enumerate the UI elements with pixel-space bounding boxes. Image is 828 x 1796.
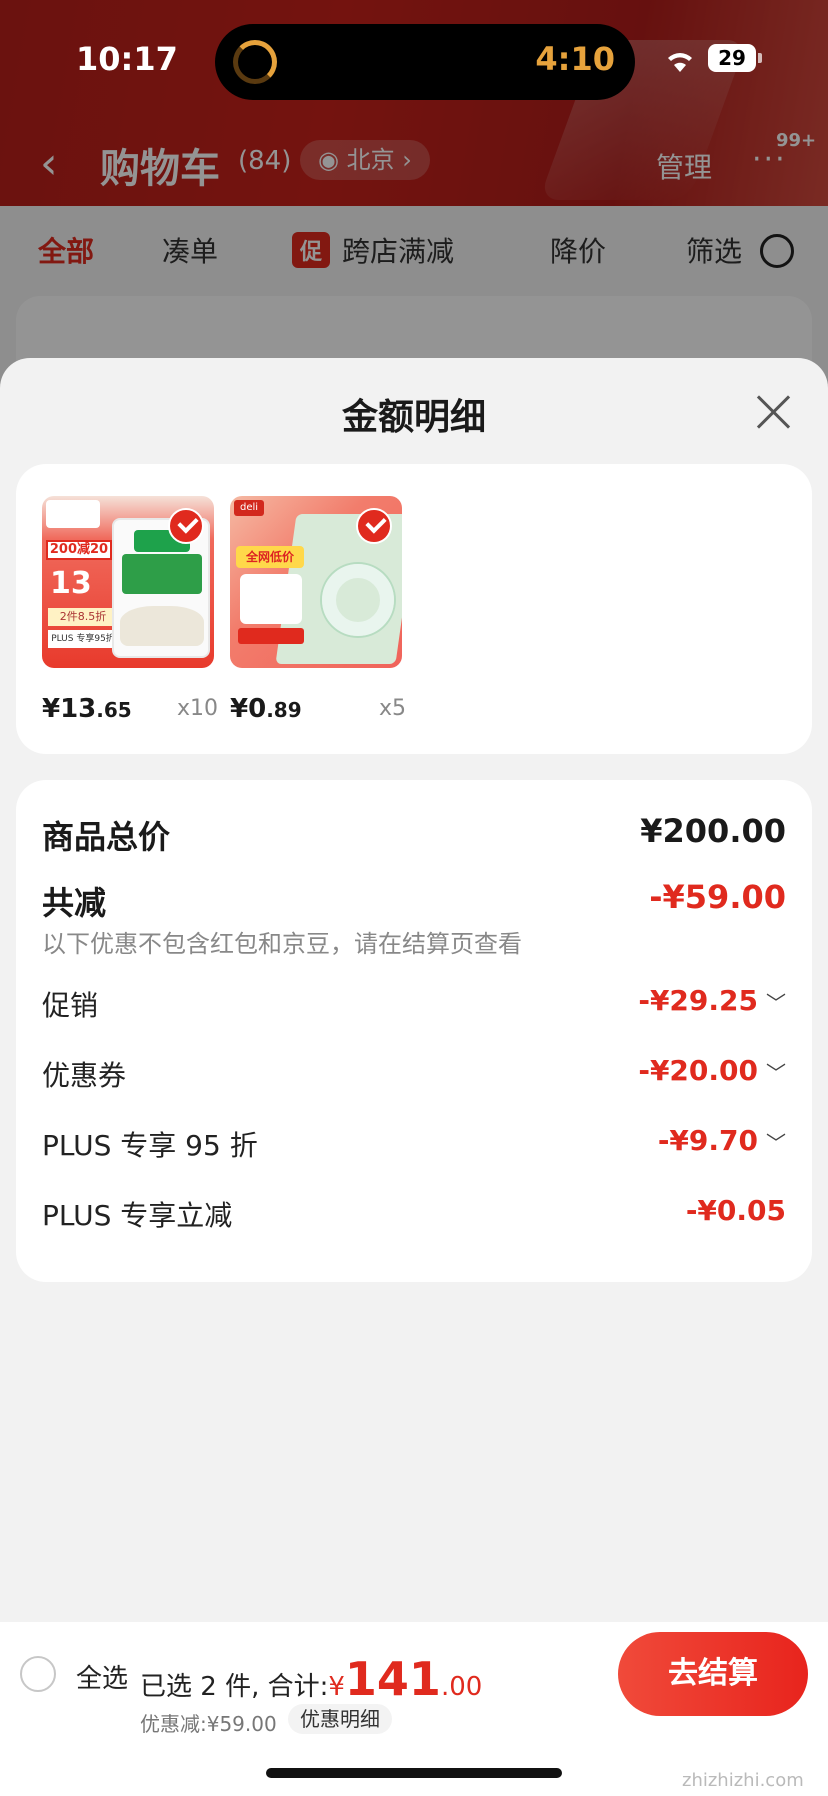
product-qty: x5 [378, 696, 406, 721]
discount-label: PLUS 专享立减 [42, 1199, 233, 1232]
product-item[interactable]: 200减20 13 2件8.5折 PLUS 专享95折 ¥13.65 x10 [42, 496, 218, 724]
price-dec: .89 [266, 698, 302, 722]
check-icon [168, 508, 204, 544]
chevron-down-icon: ﹀ [766, 991, 786, 1015]
promo-line: 2件8.5折 [48, 608, 118, 626]
checkout-button[interactable]: 去结算 [618, 1632, 808, 1716]
product-qty: x10 [176, 696, 218, 721]
brand-logo [46, 500, 100, 528]
chevron-down-icon: ﹀ [766, 1061, 786, 1085]
select-all-radio[interactable] [20, 1656, 56, 1692]
status-time: 10:17 [76, 40, 178, 78]
island-timer: 4:10 [535, 40, 615, 78]
brand-logo: deli [234, 500, 264, 516]
status-bar: 10:17 4:10 29 [0, 0, 828, 110]
select-all-label[interactable]: 全选 [76, 1658, 128, 1695]
reduce-label: 共减 [42, 884, 107, 922]
promo-tag: 200减20 [46, 540, 112, 560]
plus-line: PLUS 专享95折 [48, 630, 118, 648]
discount-value-wrap: -¥0.05 [686, 1194, 786, 1227]
selected-text: 已选 2 件, 合计: [140, 1672, 329, 1702]
discount-label: 优惠券 [42, 1059, 127, 1092]
home-indicator[interactable] [266, 1768, 562, 1778]
total-currency: ¥ [328, 1672, 345, 1702]
product-price: ¥0.89 [230, 694, 302, 724]
discount-value-wrap: -¥29.25 ﹀ [638, 984, 786, 1017]
promo-label: 全网低价 [236, 546, 304, 568]
check-icon [356, 508, 392, 544]
bag-dumplings [120, 606, 204, 646]
total-label: 商品总价 [42, 818, 171, 856]
discount-value-wrap: -¥20.00 ﹀ [638, 1054, 786, 1087]
discount-label: PLUS 专享 95 折 [42, 1129, 258, 1162]
products-card: 200减20 13 2件8.5折 PLUS 专享95折 ¥13.65 x10 d… [16, 464, 812, 754]
discount-value-wrap: -¥9.70 ﹀ [658, 1124, 786, 1157]
tape-roll-image [322, 564, 394, 636]
battery-icon: 29 [708, 44, 756, 72]
total-integer: 141 [344, 1652, 441, 1706]
selected-summary: 已选 2 件, 合计: ¥ 141 .00 [140, 1652, 482, 1706]
amount-detail-sheet: 金额明细 200减20 13 2件8.5折 PLUS 专享95折 ¥13.65 … [0, 358, 828, 1796]
price-dec: .65 [96, 698, 132, 722]
reduce-value: -¥59.00 [649, 878, 786, 916]
close-icon[interactable] [752, 390, 796, 434]
bag-label [122, 554, 202, 594]
promo-card [240, 574, 302, 624]
amount-detail-card: 商品总价 ¥200.00 共减 -¥59.00 以下优惠不包含红包和京豆，请在结… [16, 780, 812, 1282]
discount-value: -¥29.25 [638, 984, 758, 1017]
discount-detail-link[interactable]: 优惠明细 [288, 1704, 392, 1734]
discount-value: -¥20.00 [638, 1054, 758, 1087]
discount-value: -¥0.05 [685, 1194, 786, 1227]
price-int: ¥0 [230, 694, 267, 724]
product-image: 200减20 13 2件8.5折 PLUS 专享95折 [42, 496, 214, 668]
sheet-title: 金额明细 [341, 397, 486, 438]
product-price: ¥13.65 [42, 694, 132, 724]
discount-value: -¥9.70 [657, 1124, 758, 1157]
watermark: zhizhizhi.com [682, 1770, 804, 1791]
dynamic-island: 4:10 [215, 24, 635, 100]
battery-tip [758, 53, 762, 63]
discount-label: 促销 [42, 989, 99, 1022]
chevron-down-icon: ﹀ [766, 1131, 786, 1155]
discount-summary: 优惠减:¥59.00 [140, 1712, 277, 1736]
discount-note: 以下优惠不包含红包和京豆，请在结算页查看 [42, 930, 522, 958]
product-image: deli 全网低价 [230, 496, 402, 668]
timer-ring-icon [233, 40, 277, 84]
total-value: ¥200.00 [640, 812, 786, 850]
promo-strip [238, 628, 304, 644]
price-int: ¥13 [42, 694, 97, 724]
checkout-bar: 全选 已选 2 件, 合计: ¥ 141 .00 优惠减:¥59.00 优惠明细… [0, 1622, 828, 1796]
total-decimal: .00 [440, 1672, 483, 1702]
product-item[interactable]: deli 全网低价 ¥0.89 x5 [230, 496, 406, 724]
promo-price: 13 [50, 566, 92, 601]
wifi-icon [668, 53, 692, 72]
